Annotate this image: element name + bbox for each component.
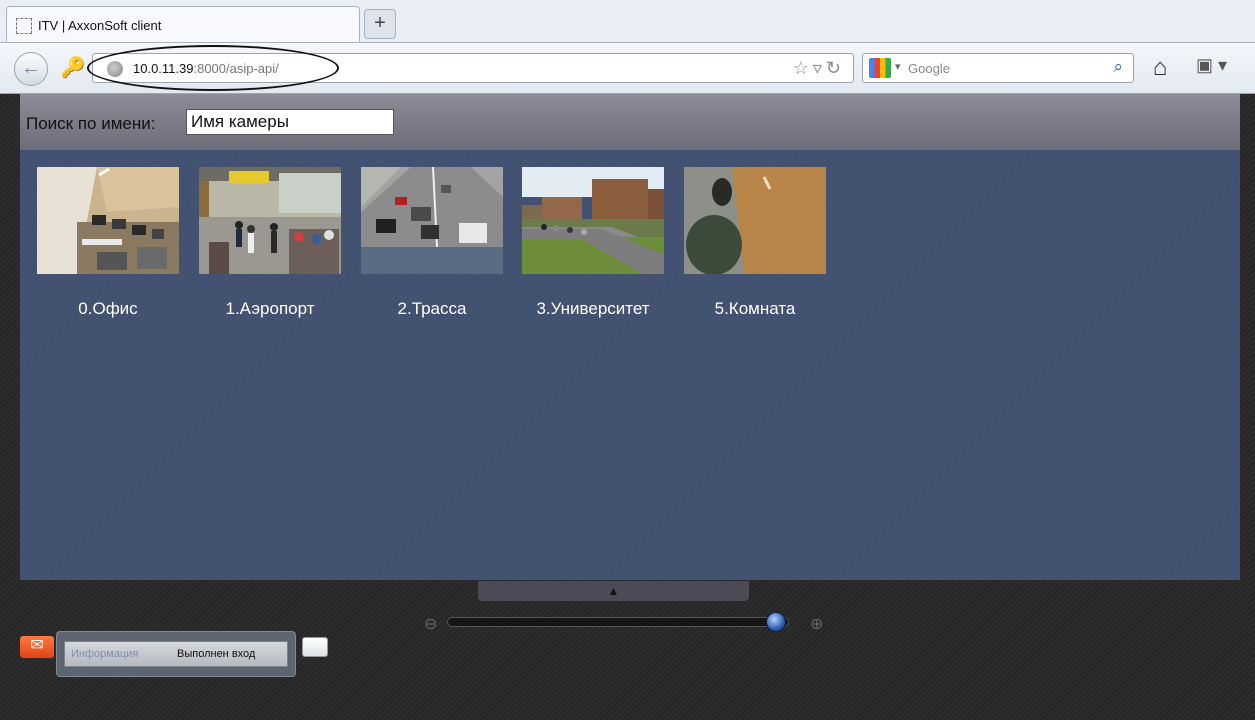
- camera-thumbnail-airport[interactable]: [199, 167, 341, 274]
- bookmarks-menu-button[interactable]: ▣ ▾: [1196, 55, 1242, 81]
- camera-tile[interactable]: 3.Университет: [522, 167, 664, 319]
- back-button[interactable]: ←: [14, 52, 48, 86]
- camera-search-input[interactable]: [186, 109, 394, 135]
- address-bar[interactable]: 10.0.11.39:8000/asip-api/ ☆▿↻: [87, 45, 854, 91]
- status-toggle-button[interactable]: [302, 637, 328, 657]
- browser-tab-bar: ITV | AxxonSoft client +: [0, 0, 1255, 42]
- zoom-out-icon[interactable]: ⊖: [424, 614, 437, 634]
- camera-name[interactable]: 3.Университет: [522, 299, 664, 319]
- url-toolbar: ☆▿↻: [793, 58, 845, 79]
- zoom-slider[interactable]: [447, 612, 789, 632]
- panel-toggle-handle[interactable]: ▲: [478, 581, 749, 601]
- camera-name[interactable]: 0.Офис: [37, 299, 179, 319]
- arrow-left-icon: ←: [21, 57, 41, 79]
- triangle-up-icon: ▲: [607, 584, 620, 598]
- new-tab-button[interactable]: +: [364, 9, 396, 39]
- status-message: Информация Выполнен вход: [64, 641, 288, 667]
- home-button[interactable]: ⌂: [1146, 54, 1174, 82]
- status-value: Выполнен вход: [177, 648, 256, 660]
- page-favicon-icon: [16, 18, 32, 34]
- camera-thumbnail-university[interactable]: [522, 167, 664, 274]
- camera-grid: 0.Офис 1.Аэропорт 2.Трасса 3.Университет…: [20, 150, 1240, 580]
- key-icon[interactable]: 🔑: [60, 55, 86, 81]
- zoom-in-icon[interactable]: ⊕: [810, 614, 823, 634]
- envelope-icon: ✉: [30, 637, 44, 654]
- web-search-placeholder: Google: [908, 61, 950, 76]
- camera-tile[interactable]: 1.Аэропорт: [199, 167, 341, 319]
- url-text[interactable]: 10.0.11.39:8000/asip-api/: [133, 61, 279, 76]
- status-key: Информация: [71, 648, 139, 660]
- camera-tile[interactable]: 2.Трасса: [361, 167, 503, 319]
- browser-nav-bar: ← 🔑 10.0.11.39:8000/asip-api/ ☆▿↻ ▾ Goog…: [0, 42, 1255, 94]
- browser-tab[interactable]: ITV | AxxonSoft client: [6, 6, 360, 42]
- camera-tile[interactable]: 5.Комната: [684, 167, 826, 319]
- camera-search-bar: Поиск по имени:: [20, 94, 1240, 150]
- axxon-client-page: Поиск по имени: Имя камеры 0.Офис 1.Аэро…: [0, 94, 1255, 720]
- zoom-slider-knob[interactable]: [766, 612, 786, 632]
- camera-name[interactable]: 5.Комната: [684, 299, 826, 319]
- camera-name[interactable]: 2.Трасса: [361, 299, 503, 319]
- url-host: 10.0.11.39: [133, 61, 194, 76]
- globe-icon: [107, 61, 123, 77]
- bookmark-star-icon[interactable]: ☆: [793, 58, 813, 78]
- web-search-box[interactable]: ▾ Google ⌕: [862, 53, 1134, 83]
- tab-title: ITV | AxxonSoft client: [38, 18, 162, 33]
- camera-tile[interactable]: 0.Офис: [37, 167, 179, 319]
- messages-button[interactable]: ✉: [20, 636, 54, 658]
- camera-thumbnail-room[interactable]: [684, 167, 826, 274]
- search-engine-caret-icon[interactable]: ▾: [895, 60, 901, 73]
- search-icon[interactable]: ⌕: [1113, 57, 1123, 77]
- camera-search-label: Поиск по имени:: [26, 114, 156, 133]
- camera-name[interactable]: 1.Аэропорт: [199, 299, 341, 319]
- status-panel: Информация Выполнен вход: [56, 631, 296, 677]
- google-logo-icon[interactable]: [869, 58, 891, 78]
- url-dropdown-icon[interactable]: ▿: [813, 58, 826, 78]
- camera-thumbnail-highway[interactable]: [361, 167, 503, 274]
- home-icon: ⌂: [1152, 54, 1168, 81]
- url-path: :8000/asip-api/: [193, 61, 279, 76]
- camera-thumbnail-office[interactable]: [37, 167, 179, 274]
- reload-icon[interactable]: ↻: [826, 58, 845, 78]
- bookmarks-icon: ▣ ▾: [1196, 55, 1228, 75]
